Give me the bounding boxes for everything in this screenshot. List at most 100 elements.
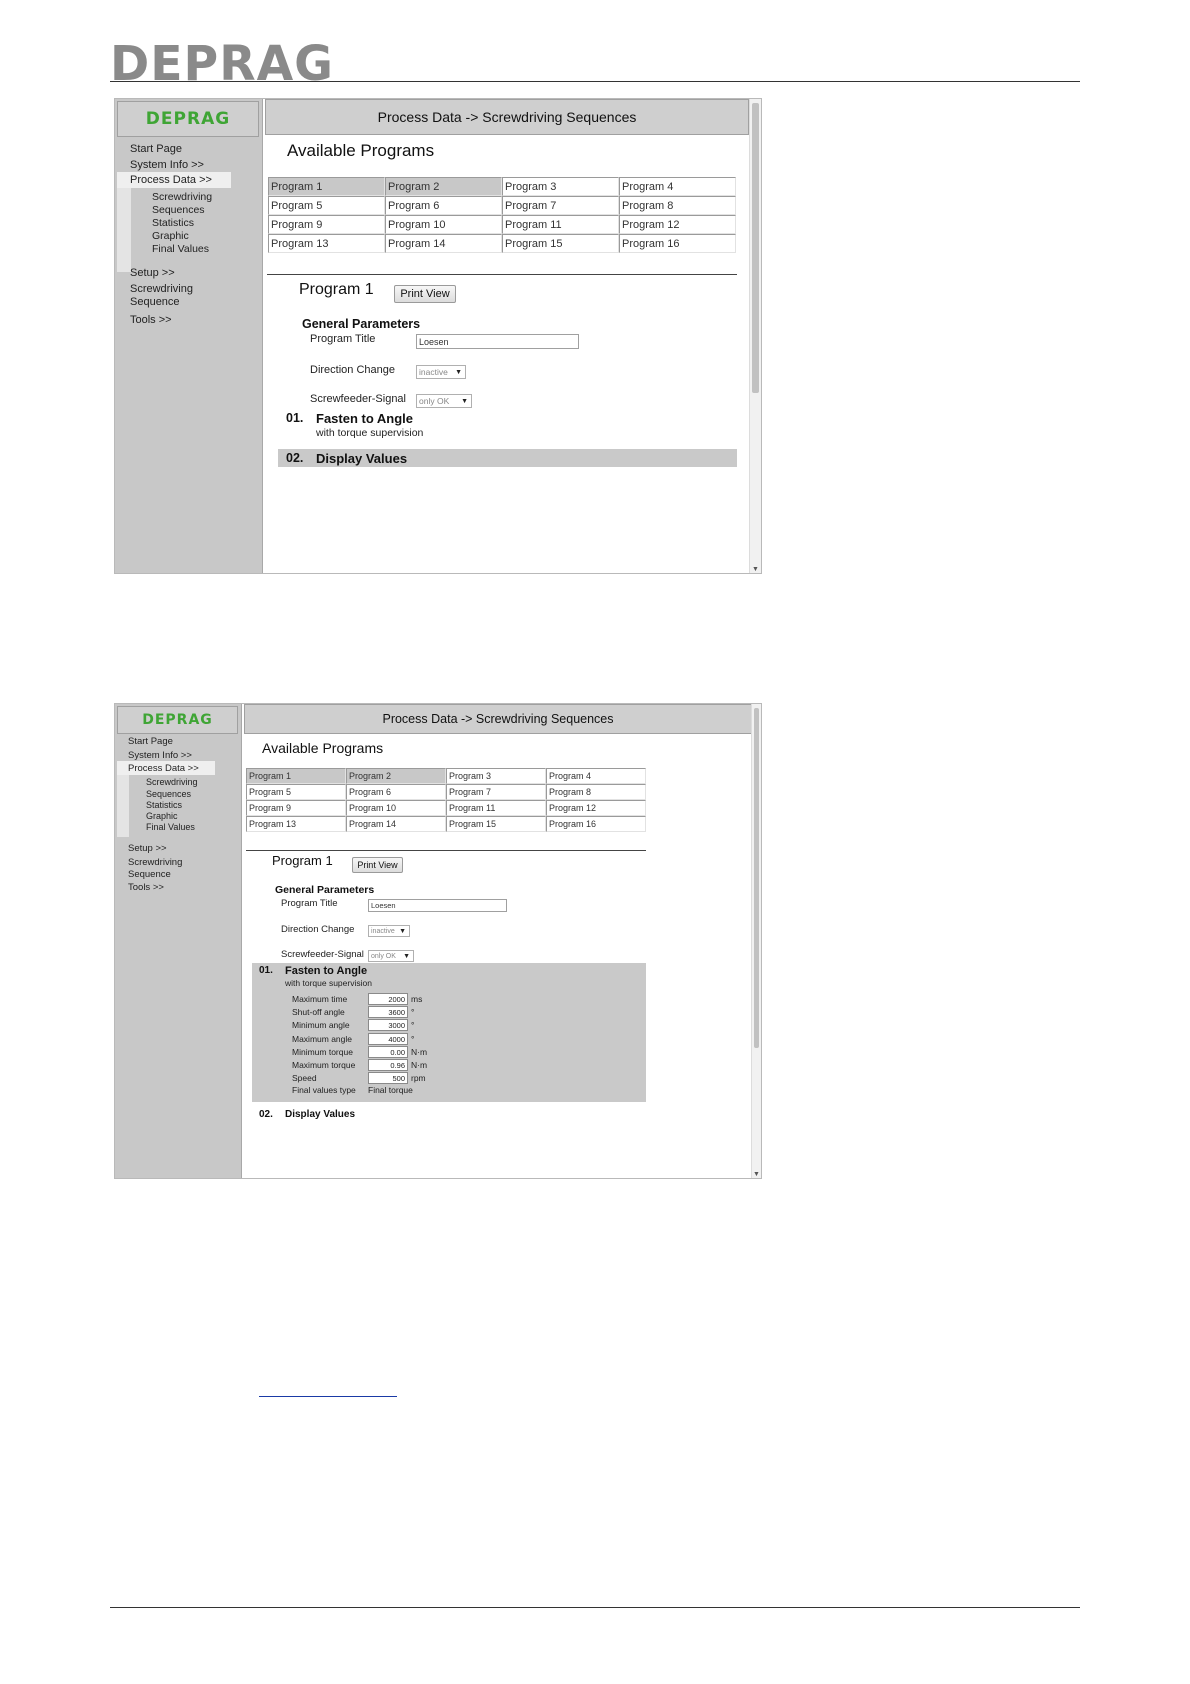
parameter-value-input[interactable]: 0.96	[368, 1059, 408, 1071]
available-programs-heading: Available Programs	[287, 141, 435, 160]
nav-setup[interactable]: Setup >>	[128, 843, 167, 854]
scrollbar[interactable]: ▼	[751, 704, 761, 1178]
step-1-title[interactable]: Fasten to Angle	[316, 411, 413, 426]
nav-setup[interactable]: Setup >>	[130, 267, 175, 279]
nav-sub-sequences[interactable]: Sequences	[152, 204, 205, 216]
step-2-title[interactable]: Display Values	[285, 1109, 355, 1120]
app-logo: DEPRAG	[117, 706, 238, 734]
print-view-button[interactable]: Print View	[394, 285, 456, 303]
program-button[interactable]: Program 7	[502, 196, 619, 215]
program-button[interactable]: Program 2	[346, 768, 446, 784]
parameter-value-input[interactable]: 3600	[368, 1006, 408, 1019]
parameter-value-input[interactable]: 4000	[368, 1032, 408, 1045]
nav-sub-final-values[interactable]: Final Values	[146, 822, 195, 832]
nav-screwdriving-sequence[interactable]: Screwdriving	[128, 857, 182, 868]
program-button[interactable]: Program 13	[246, 816, 346, 832]
parameter-unit: °	[411, 1033, 415, 1044]
parameter-row: Maximum torque 0.96 N·m	[292, 1059, 492, 1071]
program-button[interactable]: Program 14	[385, 234, 502, 253]
program-button[interactable]: Program 6	[346, 784, 446, 800]
program-button[interactable]: Program 1	[268, 177, 385, 196]
nav-tools[interactable]: Tools >>	[128, 882, 164, 893]
program-button[interactable]: Program 4	[619, 177, 736, 196]
program-button[interactable]: Program 13	[268, 234, 385, 253]
nav-system-info[interactable]: System Info >>	[128, 750, 192, 761]
program-button[interactable]: Program 5	[246, 784, 346, 800]
program-button[interactable]: Program 5	[268, 196, 385, 215]
direction-change-value: inactive	[371, 927, 395, 935]
nav-sub-statistics[interactable]: Statistics	[152, 217, 194, 229]
direction-change-label: Direction Change	[310, 364, 395, 376]
program-button[interactable]: Program 15	[446, 816, 546, 832]
program-button[interactable]: Program 12	[619, 215, 736, 234]
app-logo: DEPRAG	[117, 101, 259, 137]
program-button[interactable]: Program 10	[385, 215, 502, 234]
screwfeeder-signal-select[interactable]: only OK ▼	[416, 394, 472, 408]
step-2-title[interactable]: Display Values	[316, 451, 407, 466]
footnote-link[interactable]	[259, 1396, 397, 1397]
nav-system-info[interactable]: System Info >>	[130, 159, 204, 171]
print-view-button[interactable]: Print View	[352, 857, 403, 873]
nav-screwdriving-sequence[interactable]: Screwdriving	[130, 283, 193, 295]
nav-sub-graphic[interactable]: Graphic	[152, 230, 189, 242]
nav-tools[interactable]: Tools >>	[130, 314, 172, 326]
program-button[interactable]: Program 8	[546, 784, 646, 800]
step-1-title[interactable]: Fasten to Angle	[285, 965, 367, 977]
nav-sub-graphic[interactable]: Graphic	[146, 811, 178, 821]
direction-change-label: Direction Change	[281, 924, 355, 935]
program-button[interactable]: Program 14	[346, 816, 446, 832]
program-button[interactable]: Program 7	[446, 784, 546, 800]
program-button[interactable]: Program 6	[385, 196, 502, 215]
parameter-unit: N·m	[411, 1046, 428, 1057]
direction-change-value: inactive	[419, 367, 448, 377]
program-button[interactable]: Program 11	[446, 800, 546, 816]
scroll-down-icon[interactable]: ▼	[752, 1171, 761, 1178]
parameter-value-input[interactable]: 0.00	[368, 1045, 408, 1058]
nav-sub-sequences[interactable]: Sequences	[146, 789, 191, 799]
scrollbar-thumb[interactable]	[754, 708, 759, 1048]
program-button[interactable]: Program 10	[346, 800, 446, 816]
header-rule	[110, 81, 1080, 82]
nav-sub-screwdriving[interactable]: Screwdriving	[152, 191, 212, 203]
nav-process-data[interactable]: Process Data >>	[130, 174, 212, 186]
nav-start-page[interactable]: Start Page	[128, 736, 173, 747]
program-button[interactable]: Program 11	[502, 215, 619, 234]
program-button[interactable]: Program 3	[502, 177, 619, 196]
parameter-value-input[interactable]: 2000	[368, 993, 408, 1005]
program-button[interactable]: Program 3	[446, 768, 546, 784]
program-button[interactable]: Program 8	[619, 196, 736, 215]
direction-change-select[interactable]: inactive ▼	[368, 925, 410, 937]
program-button[interactable]: Program 9	[246, 800, 346, 816]
nav-sub-statistics[interactable]: Statistics	[146, 800, 182, 810]
nav-start-page[interactable]: Start Page	[130, 143, 182, 155]
parameter-row: Minimum torque 0.00 N·m	[292, 1045, 492, 1058]
scrollbar[interactable]: ▼	[749, 99, 761, 573]
screwfeeder-signal-select[interactable]: only OK ▼	[368, 950, 414, 962]
direction-change-select[interactable]: inactive ▼	[416, 365, 466, 379]
program-grid: Program 1 Program 2 Program 3 Program 4 Prog…	[268, 177, 736, 253]
nav-sub-final-values[interactable]: Final Values	[152, 243, 209, 255]
scroll-down-icon[interactable]: ▼	[750, 566, 761, 573]
program-button[interactable]: Program 16	[619, 234, 736, 253]
program-title-input[interactable]: Loesen	[416, 334, 579, 349]
program-button[interactable]: Program 2	[385, 177, 502, 196]
parameter-value-input[interactable]: 500	[368, 1072, 408, 1085]
program-title-input[interactable]: Loesen	[368, 899, 507, 912]
program-button[interactable]: Program 15	[502, 234, 619, 253]
program-button[interactable]: Program 12	[546, 800, 646, 816]
nav-screwdriving-sequence-2[interactable]: Sequence	[130, 296, 180, 308]
program-button[interactable]: Program 16	[546, 816, 646, 832]
program-button[interactable]: Program 1	[246, 768, 346, 784]
nav-process-data[interactable]: Process Data >>	[128, 763, 199, 774]
scrollbar-thumb[interactable]	[752, 103, 759, 393]
parameter-name: Maximum time	[292, 994, 348, 1004]
parameter-unit: N·m	[411, 1060, 428, 1070]
program-button[interactable]: Program 4	[546, 768, 646, 784]
nav-sub-screwdriving[interactable]: Screwdriving	[146, 777, 198, 787]
parameter-value-input[interactable]: 3000	[368, 1019, 408, 1032]
nav-submenu	[117, 188, 131, 272]
program-button[interactable]: Program 9	[268, 215, 385, 234]
parameter-row: Maximum angle 4000 °	[292, 1032, 492, 1045]
nav-screwdriving-sequence-2[interactable]: Sequence	[128, 869, 171, 880]
parameter-row: Minimum angle 3000 °	[292, 1019, 492, 1032]
